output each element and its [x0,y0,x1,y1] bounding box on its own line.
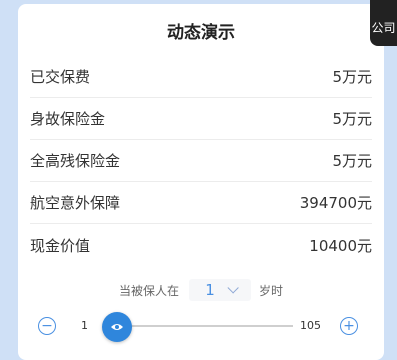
page-title: 动态演示 [167,23,235,43]
list-item: 现金价值 10400元 [30,224,372,266]
row-label: 航空意外保障 [30,194,121,212]
eye-icon [111,324,123,330]
chevron-down-icon [227,282,239,294]
slider-thumb[interactable] [102,312,132,342]
row-label: 身故保险金 [30,110,106,128]
row-label: 全高残保险金 [30,152,121,170]
row-value: 5万元 [332,68,372,86]
side-company-tab[interactable]: 公司 [370,0,397,46]
age-suffix: 岁时 [259,283,284,298]
plus-icon: + [343,318,355,334]
demo-card: 动态演示 已交保费 5万元 身故保险金 5万元 全高残保险金 5万元 航空意外保… [18,4,384,360]
age-prefix: 当被保人在 [118,283,179,298]
row-value: 10400元 [309,236,372,255]
age-selector-line: 当被保人在 1 岁时 [18,279,384,301]
slider-max-label: 105 [300,319,321,332]
age-value: 1 [205,281,215,299]
side-tab-label: 公司 [371,21,396,35]
row-value: 5万元 [332,152,372,170]
benefit-list: 已交保费 5万元 身故保险金 5万元 全高残保险金 5万元 航空意外保障 394… [30,56,372,266]
age-select[interactable]: 1 [189,279,251,301]
minus-button[interactable]: − [38,317,56,335]
plus-button[interactable]: + [340,317,358,335]
list-item: 全高残保险金 5万元 [30,140,372,182]
list-item: 已交保费 5万元 [30,56,372,98]
row-label: 已交保费 [30,68,91,86]
list-item: 身故保险金 5万元 [30,98,372,140]
row-value: 5万元 [332,110,372,128]
list-item: 航空意外保障 394700元 [30,182,372,224]
slider-track[interactable] [130,325,293,327]
row-label: 现金价值 [30,236,91,255]
age-slider: − 1 105 + [18,312,384,342]
row-value: 394700元 [299,194,372,212]
slider-min-label: 1 [81,319,88,332]
minus-icon: − [41,318,53,334]
